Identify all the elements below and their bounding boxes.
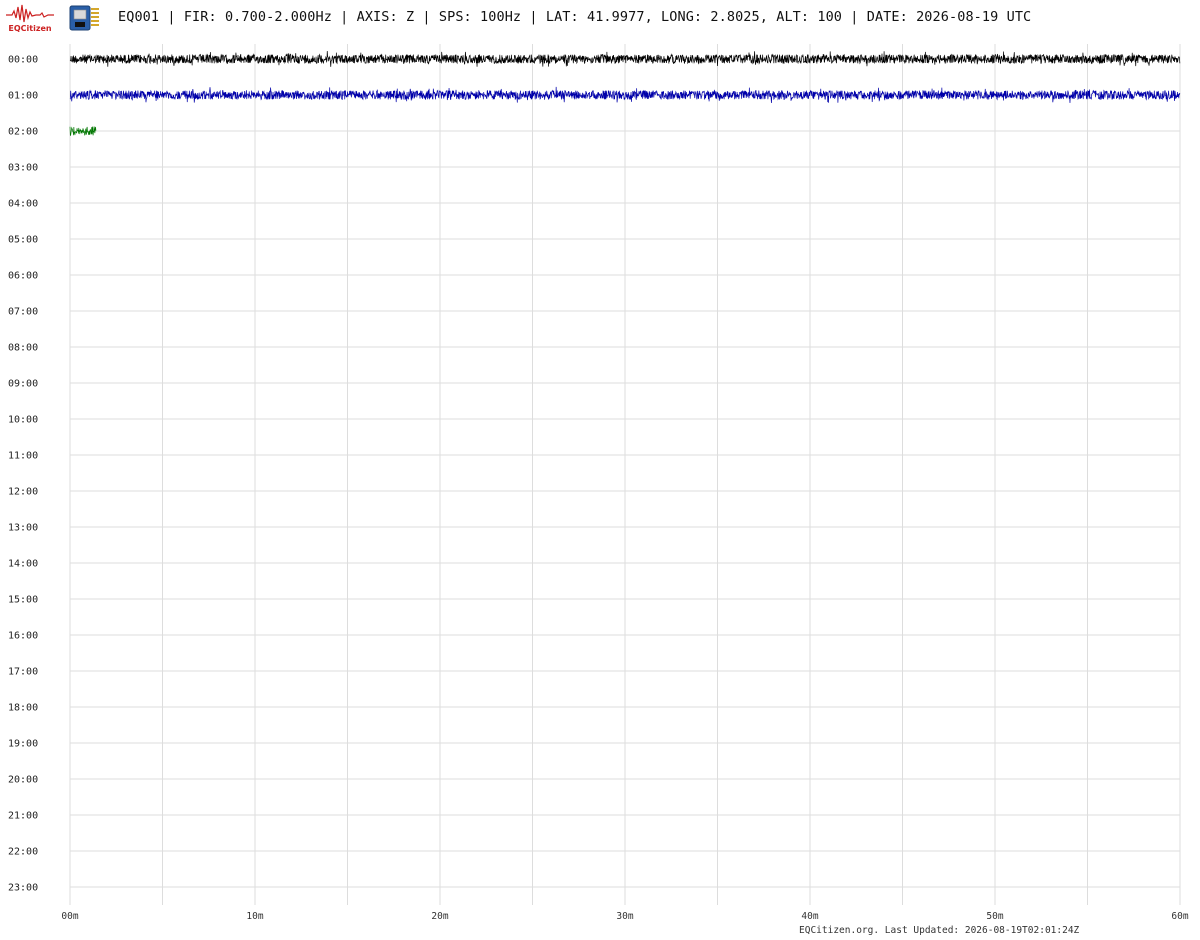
hour-label: 07:00 [8,307,38,318]
hour-label: 13:00 [8,523,38,534]
hour-label: 22:00 [8,847,38,858]
hour-label: 04:00 [8,199,38,210]
hour-label: 12:00 [8,487,38,498]
hour-label: 05:00 [8,235,38,246]
x-tick-label: 00m [61,911,78,922]
hour-label: 11:00 [8,451,38,462]
x-tick-label: 20m [431,911,448,922]
trace-0200 [69,126,97,136]
hour-label: 18:00 [8,703,38,714]
hour-label: 20:00 [8,775,38,786]
hour-label: 15:00 [8,595,38,606]
hour-label: 16:00 [8,631,38,642]
x-tick-label: 60m [1171,911,1188,922]
hour-label: 23:00 [8,883,38,894]
grid-lines [69,44,1181,905]
hour-labels: 00:00 01:00 02:00 03:00 04:00 05:00 06:00 07:00… [8,55,38,894]
footer-last-updated: EQCitizen.org. Last Updated: 2026-08-19T… [799,925,1080,936]
hour-label: 17:00 [8,667,38,678]
hour-label: 09:00 [8,379,38,390]
hour-label: 01:00 [8,91,38,102]
hour-label: 21:00 [8,811,38,822]
hour-label: 06:00 [8,271,38,282]
x-tick-label: 30m [616,911,633,922]
hour-label: 02:00 [8,127,38,138]
minute-tick-labels: 00m 10m 20m 30m 40m 50m 60m [61,911,1188,922]
hour-label: 08:00 [8,343,38,354]
hour-label: 03:00 [8,163,38,174]
helicorder-plot: 00:00 01:00 02:00 03:00 04:00 05:00 06:00 07:00… [8,44,1189,922]
x-tick-label: 10m [246,911,263,922]
hour-label: 00:00 [8,55,38,66]
hour-label: 14:00 [8,559,38,570]
x-tick-label: 40m [801,911,818,922]
hour-label: 10:00 [8,415,38,426]
hour-label: 19:00 [8,739,38,750]
x-tick-label: 50m [986,911,1003,922]
